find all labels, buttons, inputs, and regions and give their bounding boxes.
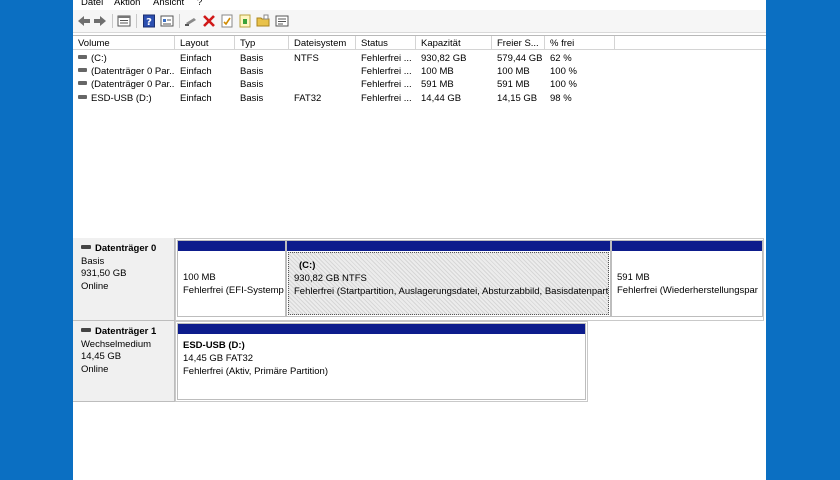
column-header-status[interactable]: Status [356,36,416,50]
disk-0-label[interactable]: Datenträger 0 Basis 931,50 GB Online [73,238,175,321]
disk-graphical-view: Datenträger 0 Basis 931,50 GB Online 100… [73,231,766,480]
menu-datei[interactable]: Datei [81,0,103,8]
disk-size: 14,45 GB [81,351,122,362]
cell-status: Fehlerfrei ... [361,66,412,77]
cell-typ: Basis [240,66,264,77]
partition-c[interactable]: (C:) 930,82 GB NTFS Fehlerfrei (Startpar… [286,240,611,317]
toolbar: ? [73,10,766,33]
cell-freier-speicher: 14,15 GB [497,93,538,104]
disk-size: 931,50 GB [81,268,127,279]
cell-status: Fehlerfrei ... [361,79,412,90]
column-header-empty [615,36,766,50]
partition-title: ESD-USB (D:) [183,340,245,351]
cell-dateisystem: FAT32 [294,93,322,104]
disk-1-label[interactable]: Datenträger 1 Wechselmedium 14,45 GB Onl… [73,321,175,402]
menu-aktion[interactable]: Aktion [114,0,140,8]
help-icon[interactable]: ? [142,14,156,28]
partition-status: Fehlerfrei (Startpartition, Auslagerungs… [294,286,609,297]
partition-size: 591 MB [617,272,650,283]
disk-type: Wechselmedium [81,338,152,350]
connect-icon[interactable] [184,14,198,28]
cell-dateisystem: NTFS [294,53,319,64]
cell-freier-speicher: 579,44 GB [497,53,543,64]
cell-dateisystem [289,65,356,78]
volume-icon [78,81,87,86]
delete-icon[interactable] [202,14,216,28]
volume-icon [78,95,87,100]
folder-icon[interactable] [256,14,270,28]
volume-name: ESD-USB (D:) [91,93,152,104]
partition-recovery[interactable]: 591 MB Fehlerfrei (Wiederherstellungspar [611,240,763,317]
partition-esd-usb[interactable]: ESD-USB (D:) 14,45 GB FAT32 Fehlerfrei (… [177,323,586,400]
new-document-icon[interactable] [238,14,252,28]
cell-dateisystem [289,78,356,91]
disk-state: Online [81,363,109,375]
column-header-prozent-frei[interactable]: % frei [545,36,615,50]
forward-arrow-icon[interactable] [93,14,107,28]
disk-icon [81,328,91,333]
cell-typ: Basis [240,79,264,90]
volume-name: (Datenträger 0 Par... [91,66,175,77]
partition-size: 14,45 GB FAT32 [183,353,254,364]
disk-type: Basis [81,255,105,267]
volume-name: (Datenträger 0 Par... [91,79,175,90]
column-header-freier-speicher[interactable]: Freier S... [492,36,545,50]
menu-bar: Datei Aktion Ansicht ? [73,0,766,10]
disk-management-window: Datei Aktion Ansicht ? ? Volume Layout T… [73,0,766,480]
cell-layout: Einfach [180,53,212,64]
column-header-dateisystem[interactable]: Dateisystem [289,36,356,50]
back-arrow-icon[interactable] [77,14,91,28]
disk-icon [81,245,91,250]
disk-name: Datenträger 1 [95,326,157,337]
partition-efi[interactable]: 100 MB Fehlerfrei (EFI-Systemp [177,240,286,317]
cell-prozent-frei: 100 % [550,79,577,90]
list-view-icon[interactable] [117,14,131,28]
partition-status: Fehlerfrei (Aktiv, Primäre Partition) [183,366,328,377]
cell-status: Fehlerfrei ... [361,53,412,64]
cell-freier-speicher: 100 MB [497,66,530,77]
column-header-layout[interactable]: Layout [175,36,235,50]
cell-kapazitaet: 930,82 GB [421,53,467,64]
column-header-kapazitaet[interactable]: Kapazität [416,36,492,50]
checklist-icon[interactable] [220,14,234,28]
cell-layout: Einfach [180,79,212,90]
menu-ansicht[interactable]: Ansicht [153,0,184,8]
partition-size: 930,82 GB NTFS [294,273,367,284]
cell-layout: Einfach [180,93,212,104]
cell-prozent-frei: 100 % [550,66,577,77]
column-header-typ[interactable]: Typ [235,36,289,50]
volume-icon [78,55,87,60]
disk-1-partitions: ESD-USB (D:) 14,45 GB FAT32 Fehlerfrei (… [175,321,588,402]
disk-name: Datenträger 0 [95,243,157,254]
cell-kapazitaet: 14,44 GB [421,93,462,104]
column-header-volume[interactable]: Volume [73,36,175,50]
disk-state: Online [81,280,109,292]
volume-name: (C:) [91,53,107,64]
partition-title: (C:) [299,260,316,271]
cell-prozent-frei: 62 % [550,53,572,64]
volume-icon [78,68,87,73]
volume-list[interactable]: Volume Layout Typ Dateisystem Status Kap… [73,35,766,232]
svg-text:?: ? [146,17,152,28]
menu-help[interactable]: ? [197,0,202,8]
window-icon[interactable] [275,14,289,28]
properties-icon[interactable] [160,14,174,28]
partition-status: Fehlerfrei (EFI-Systemp [183,285,284,296]
cell-kapazitaet: 100 MB [421,66,454,77]
cell-status: Fehlerfrei ... [361,93,412,104]
cell-kapazitaet: 591 MB [421,79,454,90]
cell-prozent-frei: 98 % [550,93,572,104]
cell-freier-speicher: 591 MB [497,79,530,90]
cell-typ: Basis [240,93,264,104]
disk-0-partitions: 100 MB Fehlerfrei (EFI-Systemp (C:) 930,… [175,238,764,321]
partition-status: Fehlerfrei (Wiederherstellungspar [617,285,758,296]
partition-size: 100 MB [183,272,216,283]
cell-layout: Einfach [180,66,212,77]
cell-typ: Basis [240,53,264,64]
